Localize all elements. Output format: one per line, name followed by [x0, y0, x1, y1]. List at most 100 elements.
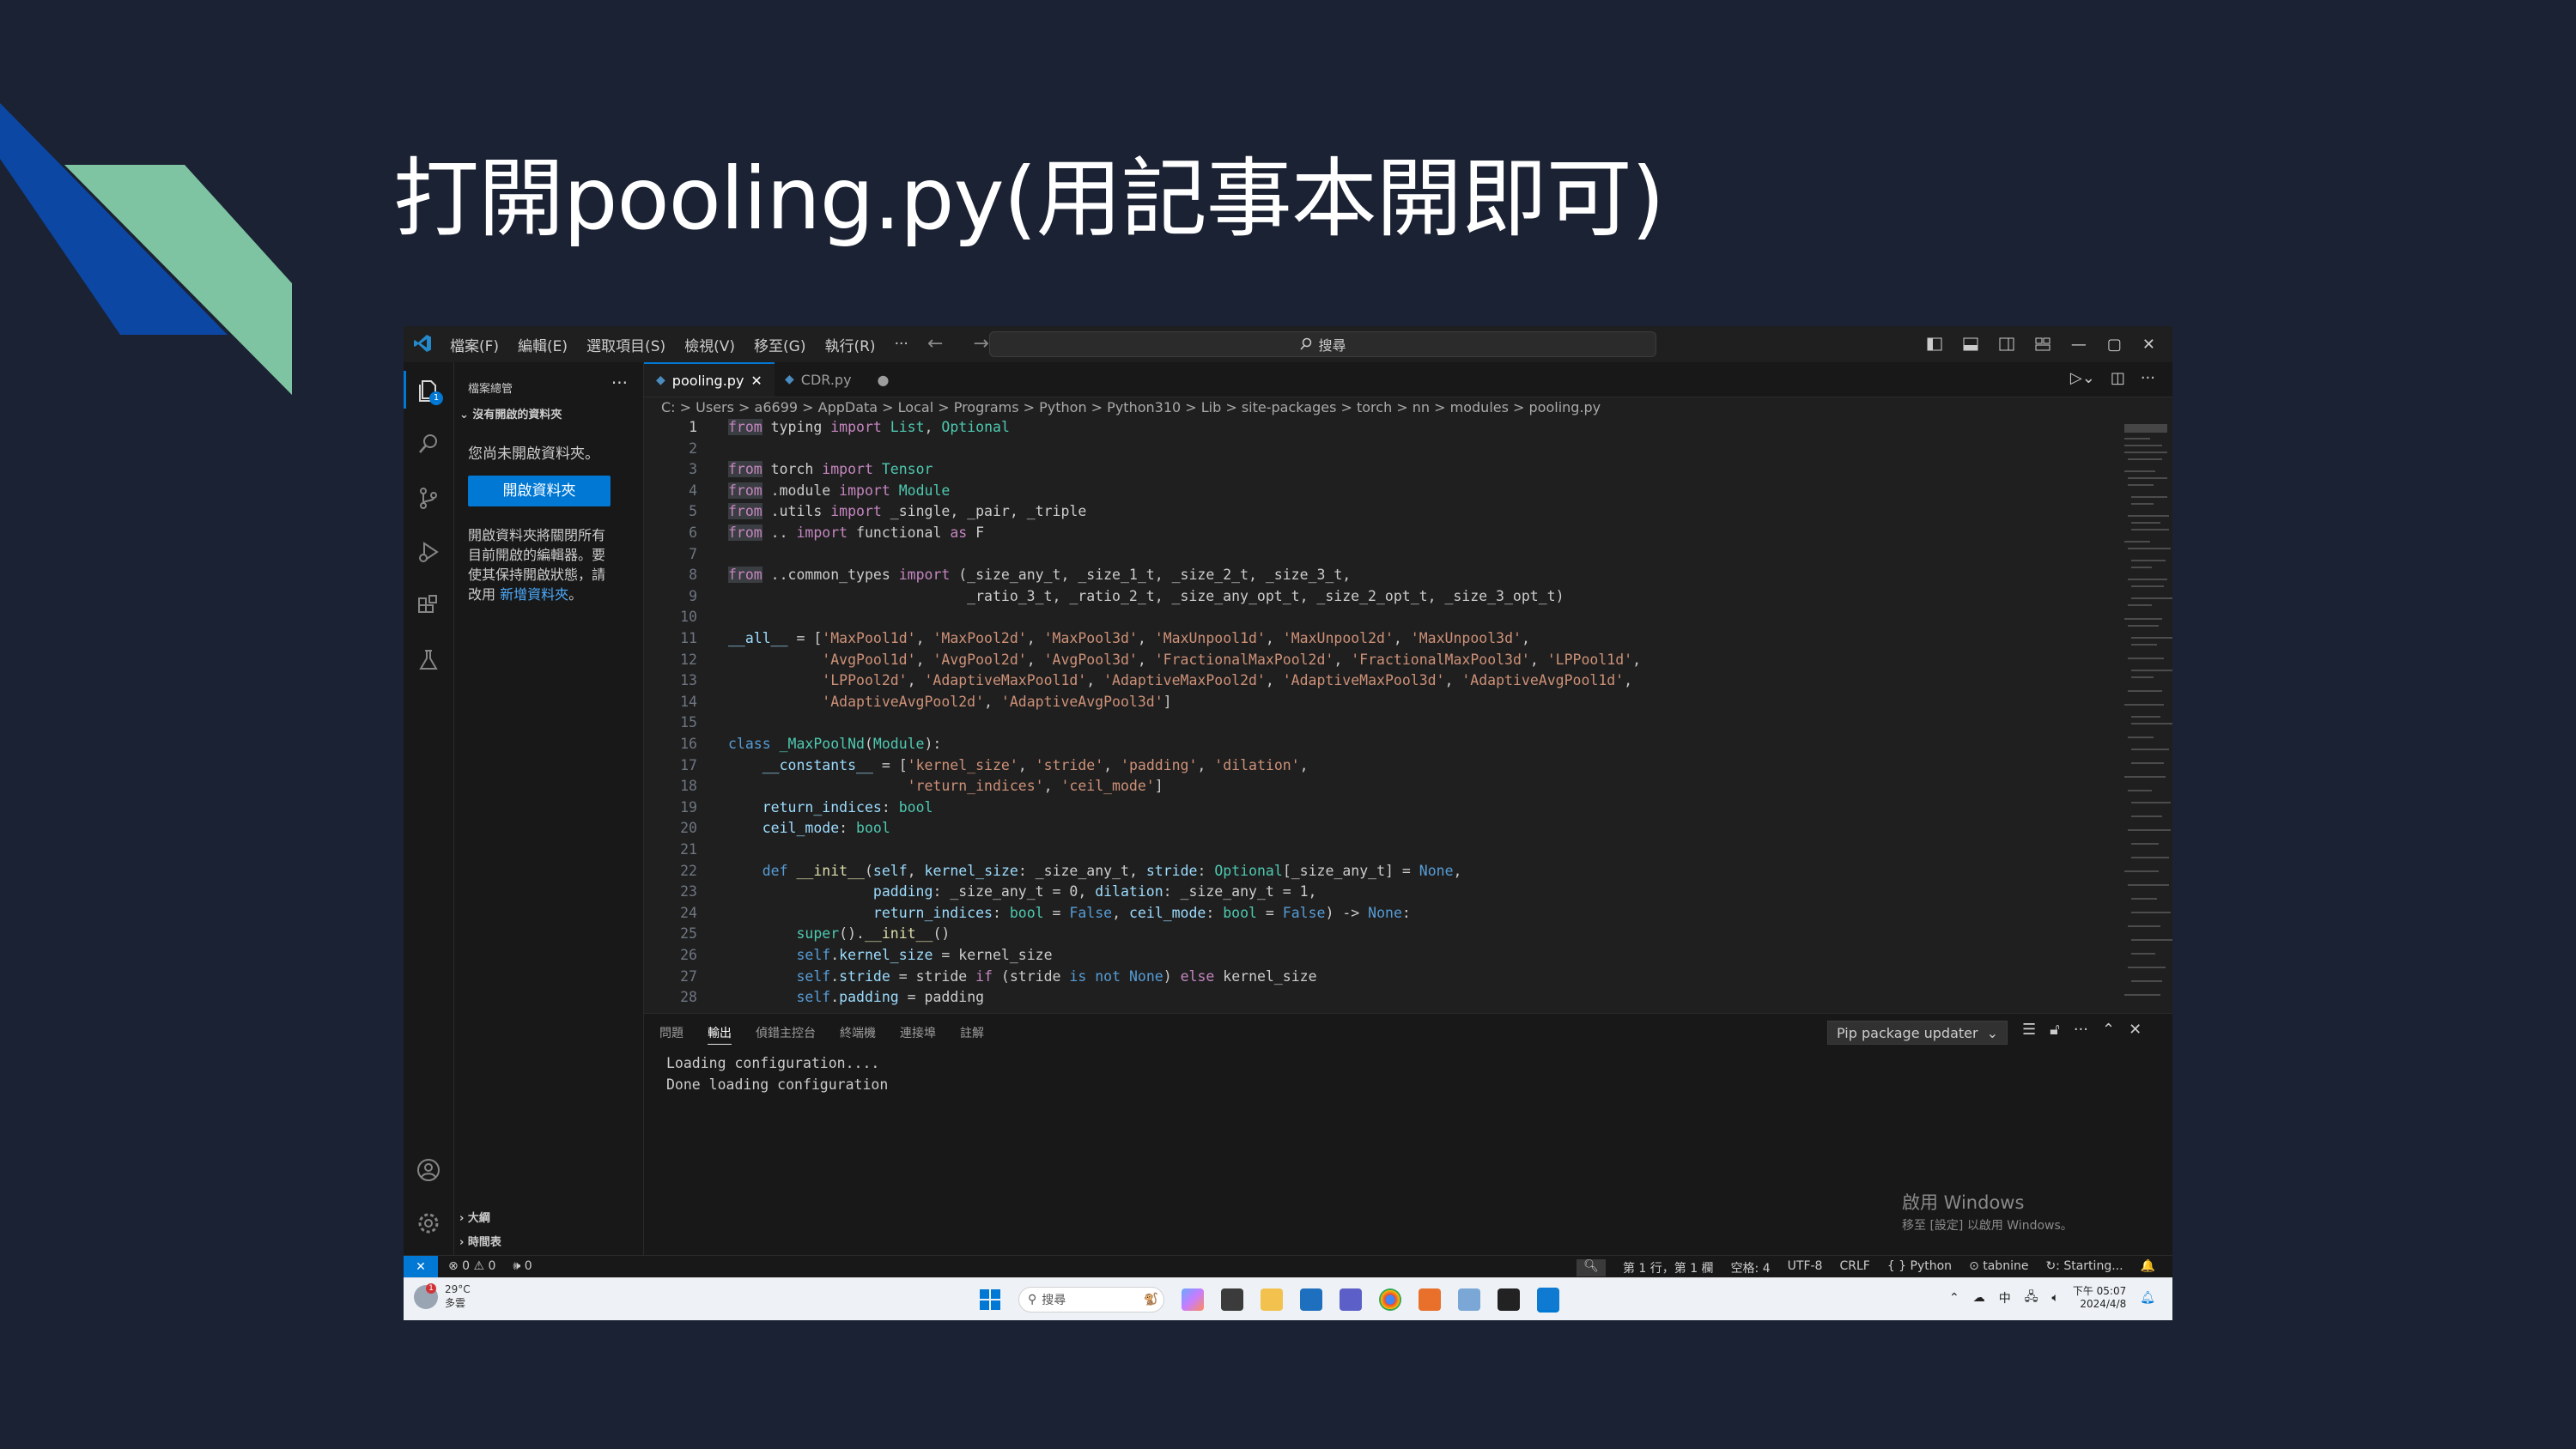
open-folder-button[interactable]: 開啟資料夾	[468, 476, 611, 506]
menu-go[interactable]: 移至(G)	[754, 334, 805, 355]
tab-close-icon[interactable]: ✕	[750, 373, 762, 389]
ports-status[interactable]: 🕪 0	[513, 1259, 532, 1273]
notification-icon[interactable]: 🔔︎	[2140, 1291, 2155, 1305]
end-of-line[interactable]: CRLF	[1839, 1259, 1869, 1276]
line-number: 11	[680, 630, 697, 646]
code-line: 3 from torch import Tensor	[644, 461, 2121, 482]
status-bar: ✕ ⊗ 0 ⚠ 0 🕪 0 🔍︎ 第 1 行，第 1 欄 空格: 4 UTF-8…	[404, 1255, 2172, 1278]
line-number: 2	[689, 440, 697, 457]
code-line: 24 return_indices: bool = False, ceil_mo…	[644, 905, 2121, 926]
file-explorer-icon[interactable]	[1261, 1288, 1283, 1311]
code-line: 14 'AdaptiveAvgPool2d', 'AdaptiveAvgPool…	[644, 694, 2121, 715]
breadcrumb[interactable]: C: > Users > a6699 > AppData > Local > P…	[644, 397, 2172, 419]
command-center-search[interactable]: 搜尋	[989, 331, 1656, 357]
code-editor[interactable]: 1 from typing import List, Optional 2 3 fr…	[644, 419, 2121, 1007]
menu-selection[interactable]: 選取項目(S)	[586, 334, 665, 355]
ime-indicator[interactable]: 中	[1999, 1289, 2011, 1307]
toggle-panel-icon[interactable]	[1963, 337, 1978, 351]
volume-icon[interactable]: 🔈︎	[2051, 1291, 2058, 1305]
line-number: 3	[689, 461, 697, 478]
line-code: return_indices: bool = False, ceil_mode:…	[872, 904, 1411, 921]
network-icon[interactable]: 🖧	[2025, 1288, 2038, 1308]
starting-status[interactable]: ↻: Starting...	[2045, 1259, 2123, 1276]
cloud-icon[interactable]: ☁	[1973, 1291, 1985, 1305]
code-line: 16 class _MaxPoolNd(Module):	[644, 736, 2121, 757]
menu-file[interactable]: 檔案(F)	[450, 334, 499, 355]
code-line: 4 from .module import Module	[644, 482, 2121, 504]
clear-output-icon[interactable]: ☰	[2022, 1021, 2036, 1039]
tab-cdr-label: CDR.py	[800, 371, 852, 388]
remote-indicator[interactable]: ✕	[404, 1256, 438, 1278]
windows-start-icon[interactable]	[979, 1288, 1001, 1311]
app-icon-blue[interactable]	[1458, 1288, 1480, 1311]
tab-ports[interactable]: 連接埠	[900, 1024, 936, 1045]
timeline-section[interactable]: › 時間表	[459, 1233, 501, 1249]
errors-count: ⊗ 0	[448, 1259, 471, 1273]
tab-cdr[interactable]: ◆ CDR.py ●	[773, 362, 902, 397]
settings-gear-icon[interactable]	[416, 1210, 441, 1236]
maximize-button[interactable]: ▢	[2107, 336, 2122, 354]
tabnine-status[interactable]: ⊙ tabnine	[1969, 1259, 2028, 1276]
lock-scroll-icon[interactable]: 🔓︎	[2050, 1021, 2060, 1039]
line-number: 10	[680, 609, 697, 626]
notifications-bell-icon[interactable]: 🔔	[2141, 1259, 2155, 1276]
minimize-button[interactable]: —	[2071, 336, 2087, 354]
toggle-sidebar-icon[interactable]	[1927, 337, 1942, 351]
chrome-icon[interactable]	[1379, 1288, 1401, 1311]
add-folder-link[interactable]: 新增資料夾	[500, 586, 568, 603]
indentation[interactable]: 空格: 4	[1731, 1259, 1771, 1276]
tab-output[interactable]: 輸出	[708, 1024, 732, 1045]
menu-view[interactable]: 檢視(V)	[684, 334, 735, 355]
language-mode[interactable]: { } Python	[1887, 1259, 1952, 1276]
copilot-icon[interactable]	[1182, 1288, 1204, 1311]
encoding[interactable]: UTF-8	[1788, 1259, 1823, 1276]
tab-problems[interactable]: 問題	[659, 1024, 683, 1045]
extensions-icon[interactable]	[416, 593, 441, 619]
line-code: from torch import Tensor	[728, 461, 933, 478]
no-folder-section[interactable]: ⌄ 沒有開啟的資料夾	[459, 405, 562, 421]
toggle-secondary-sidebar-icon[interactable]	[1999, 337, 2014, 351]
cursor-position[interactable]: 第 1 行，第 1 欄	[1623, 1259, 1714, 1276]
task-view-icon[interactable]	[1221, 1288, 1243, 1311]
sidebar-more-button[interactable]: ···	[611, 373, 628, 393]
code-line: 28 self.padding = padding	[644, 989, 2121, 1007]
teams-icon[interactable]	[1340, 1288, 1362, 1311]
maximize-panel-icon[interactable]: ⌃	[2102, 1021, 2115, 1039]
menu-run[interactable]: 執行(R)	[824, 334, 875, 355]
close-button[interactable]: ✕	[2142, 336, 2155, 354]
close-panel-icon[interactable]: ✕	[2129, 1021, 2142, 1039]
search-icon[interactable]	[416, 431, 441, 457]
output-channel-select[interactable]: Pip package updater ⌄	[1827, 1021, 2008, 1045]
store-icon[interactable]	[1300, 1288, 1322, 1311]
weather-widget[interactable]: 1 29°C 多雲	[414, 1282, 471, 1310]
more-icon[interactable]: ···	[2074, 1021, 2088, 1039]
split-editor-icon[interactable]: ◫	[2111, 369, 2125, 387]
tab-debug-console[interactable]: 偵錯主控台	[756, 1024, 816, 1045]
terminal-icon[interactable]	[1498, 1288, 1520, 1311]
customize-layout-icon[interactable]	[2035, 337, 2050, 351]
code-line: 19 return_indices: bool	[644, 799, 2121, 821]
problems-status[interactable]: ⊗ 0 ⚠ 0	[448, 1259, 495, 1273]
code-line: 6 from .. import functional as F	[644, 524, 2121, 546]
app-icon-orange[interactable]	[1419, 1288, 1441, 1311]
taskbar-search[interactable]: ⚲ 搜尋 🐒	[1018, 1287, 1164, 1313]
more-actions-icon[interactable]: ···	[2141, 369, 2155, 387]
run-debug-icon[interactable]	[416, 539, 441, 565]
tab-pooling[interactable]: ◆ pooling.py ✕	[644, 362, 775, 397]
outline-section[interactable]: › 大綱	[459, 1209, 490, 1225]
account-icon[interactable]	[416, 1157, 441, 1183]
clock[interactable]: 下午 05:07 2024/4/8	[2073, 1285, 2126, 1311]
unsaved-dot-icon[interactable]: ●	[878, 372, 890, 388]
tab-comments[interactable]: 註解	[960, 1024, 984, 1045]
tab-terminal[interactable]: 終端機	[840, 1024, 876, 1045]
run-file-icon[interactable]: ▷⌄	[2070, 369, 2095, 387]
source-control-icon[interactable]	[416, 485, 441, 511]
chevron-up-icon[interactable]: ⌃	[1949, 1291, 1959, 1305]
testing-flask-icon[interactable]	[416, 647, 441, 673]
menu-more[interactable]: ···	[895, 336, 908, 353]
line-number: 26	[680, 947, 697, 963]
zoom-icon[interactable]: 🔍︎	[1577, 1259, 1606, 1276]
menu-edit[interactable]: 編輯(E)	[518, 334, 568, 355]
minimap[interactable]	[2121, 419, 2172, 1007]
vscode-taskbar-icon[interactable]	[1537, 1287, 1559, 1313]
